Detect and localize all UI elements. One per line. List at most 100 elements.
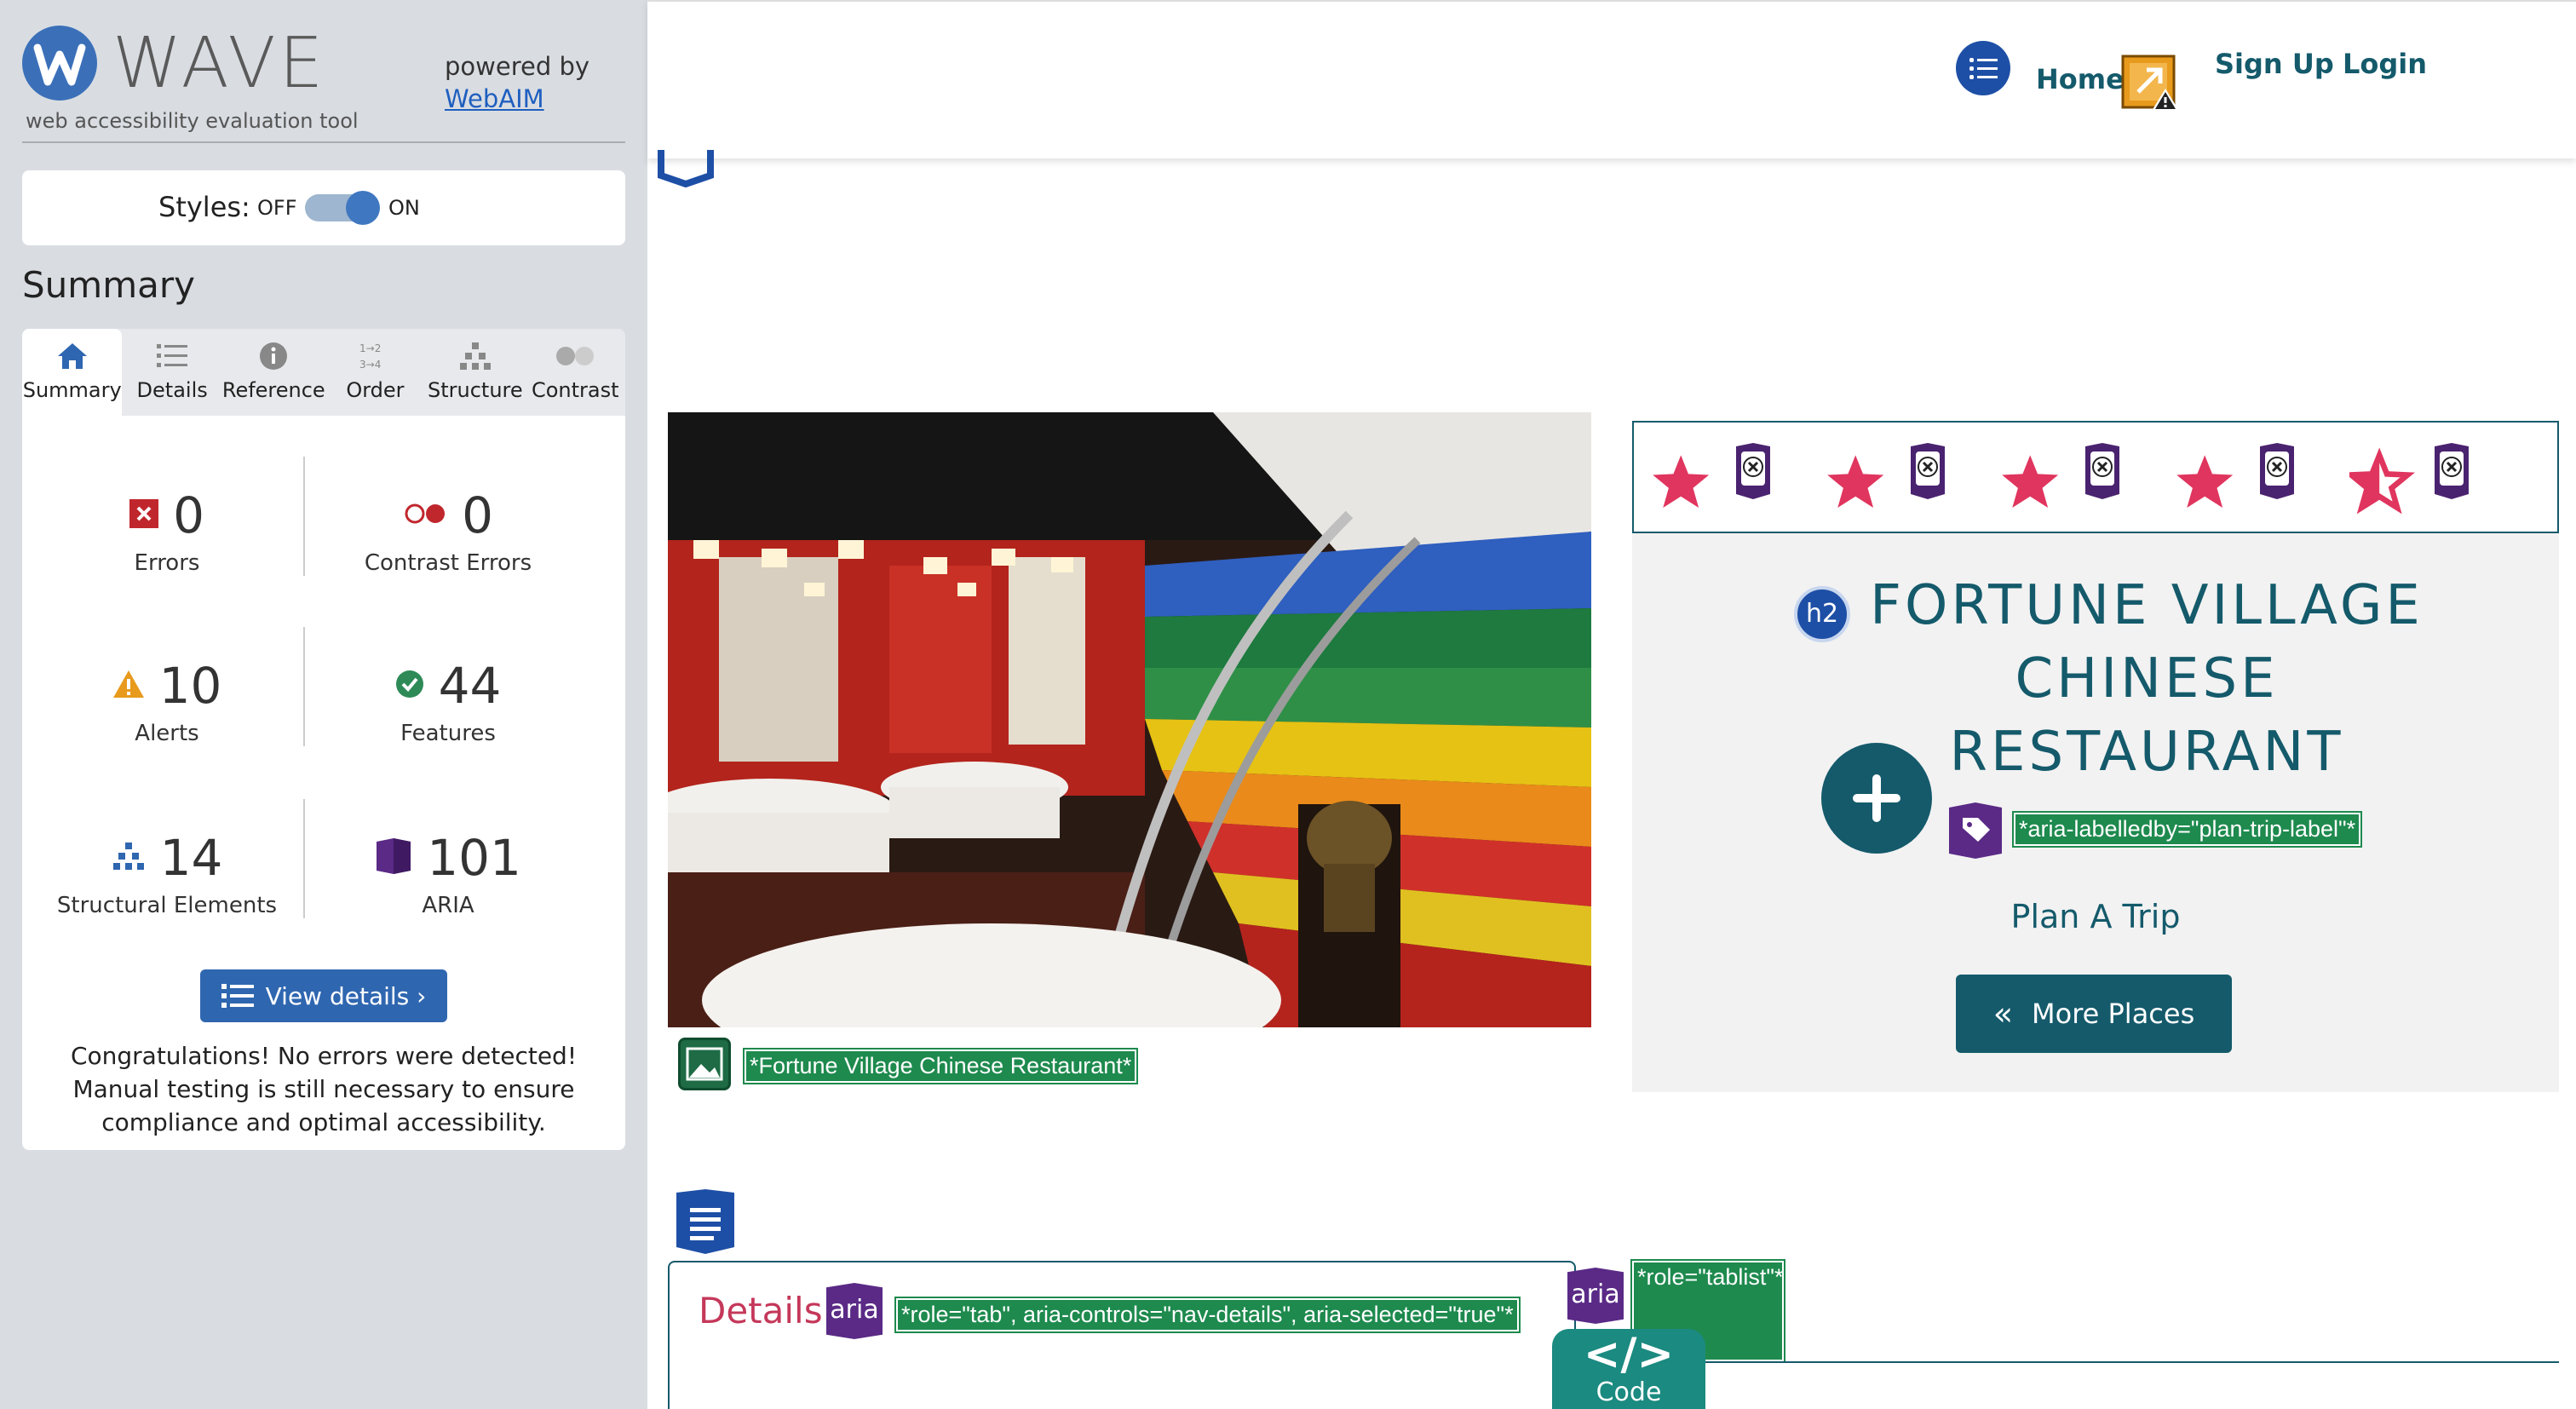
aria-labelledby-annotation: *aria-labelledby="plan-trip-label"* [2011, 811, 2363, 848]
alerts-label: Alerts [135, 721, 199, 746]
structure-icon [112, 841, 146, 875]
tab-structure[interactable]: Structure [425, 329, 525, 416]
list-icon [1956, 41, 2010, 95]
tab-label: Summary [22, 378, 122, 402]
code-label: Code [1596, 1377, 1662, 1407]
aria-label: ARIA [422, 893, 474, 918]
code-icon: </> [1583, 1329, 1675, 1380]
congrats-message: Congratulations! No errors were detected… [70, 1042, 578, 1137]
star-filled-icon [2175, 443, 2303, 518]
more-places-button[interactable]: « More Places [1956, 975, 2232, 1053]
contrast-errors-count: 0 [462, 486, 493, 544]
divider [22, 141, 625, 143]
svg-text:1→2: 1→2 [359, 342, 381, 354]
star-filled-icon [1826, 443, 1953, 518]
aria-label-tag-icon [1947, 801, 2004, 860]
css-list-icon [675, 1189, 736, 1254]
styles-label: Styles: [158, 191, 250, 223]
tab-summary[interactable]: Summary [22, 329, 123, 416]
aria-count: 101 [427, 829, 521, 887]
tab-details[interactable]: Details [122, 329, 221, 416]
stat-structural: 14 Structural Elements [22, 833, 312, 918]
wave-logo-icon [22, 26, 97, 101]
plan-trip-add-button[interactable] [1821, 743, 1932, 854]
wave-subtitle: web accessibility evaluation tool [26, 109, 359, 133]
nav-signup-link[interactable]: Sign Up [2215, 48, 2334, 80]
details-tab-label: Details [699, 1290, 823, 1331]
alert-icon [112, 670, 145, 702]
powered-by-label: powered by [445, 52, 590, 81]
page-content: Home Sign Up Login *Fortune Village Chin… [647, 0, 2576, 1409]
structure-icon [459, 342, 491, 370]
stat-features: 44 Features [303, 661, 593, 746]
errors-label: Errors [134, 550, 200, 576]
styles-toggle[interactable] [305, 191, 380, 225]
structural-count: 14 [159, 829, 223, 887]
list-icon [157, 344, 188, 367]
order-icon: 1→23→4 [359, 342, 381, 371]
view-details-label: View details › [265, 981, 427, 1010]
structural-label: Structural Elements [56, 893, 278, 918]
view-details-button[interactable]: View details › [200, 969, 447, 1022]
wave-sidebar: WAVE web accessibility evaluation tool p… [0, 0, 647, 1409]
error-icon [129, 499, 158, 532]
structure-region-icon [658, 150, 714, 188]
wave-logo-text: WAVE [112, 23, 327, 104]
home-icon [57, 343, 87, 369]
h2-heading-badge: h2 [1794, 586, 1850, 642]
errors-count: 0 [173, 486, 204, 544]
restaurant-photo [668, 412, 1591, 1027]
tab-label: Details [136, 378, 208, 402]
features-label: Features [400, 721, 496, 746]
tab-label: Structure [428, 378, 523, 402]
image-alt-annotation: *Fortune Village Chinese Restaurant* [742, 1048, 1139, 1084]
summary-panel: 0 Errors 0 Contrast Errors 10 Alerts 44 … [22, 416, 625, 1150]
toggle-knob[interactable] [346, 191, 380, 225]
wave-tabs: Summary Details Reference 1→2 3→4 Order S… [22, 329, 625, 416]
contrast-icon [556, 347, 595, 365]
new-window-alert-icon [2121, 51, 2181, 112]
star-half-icon [2343, 443, 2477, 518]
summary-title: Summary [22, 264, 195, 306]
stat-errors: 0 Errors [22, 491, 312, 576]
star-rating [1632, 421, 2559, 533]
alerts-count: 10 [158, 657, 222, 715]
aria-icon [375, 837, 412, 879]
plan-trip-label: Plan A Trip [2010, 898, 2181, 935]
tab-label: Order [346, 378, 405, 402]
aria-icon: aria [1567, 1268, 1624, 1324]
image-alt-icon [678, 1038, 731, 1090]
tab-order[interactable]: 1→2 3→4 Order [325, 329, 425, 416]
aria-icon: aria [826, 1283, 883, 1339]
powered-by: powered by WebAIM [445, 51, 589, 115]
tab-label: Reference [221, 378, 325, 402]
stat-alerts: 10 Alerts [22, 661, 312, 746]
features-count: 44 [438, 657, 502, 715]
star-filled-icon [1651, 443, 1779, 518]
contrast-error-icon [403, 501, 447, 530]
stat-aria: 101 ARIA [303, 833, 593, 918]
site-header: Home Sign Up Login [647, 0, 2576, 158]
styles-toggle-panel: Styles: OFF ON [22, 170, 625, 245]
tab-details-page[interactable]: Details aria *role="tab", aria-controls=… [668, 1261, 1576, 1409]
svg-text:3→4: 3→4 [359, 359, 381, 371]
styles-on-label: ON [388, 196, 420, 220]
styles-off-label: OFF [257, 196, 297, 220]
nav-login-link[interactable]: Login [2343, 48, 2427, 80]
stat-contrast-errors: 0 Contrast Errors [303, 491, 593, 576]
list-icon [221, 984, 254, 1008]
star-filled-icon [2000, 443, 2128, 518]
feature-check-icon [395, 670, 424, 702]
info-icon [260, 342, 288, 370]
more-places-label: More Places [2032, 998, 2195, 1030]
tab-contrast[interactable]: Contrast [526, 329, 625, 416]
code-toggle-button[interactable]: </> Code [1552, 1329, 1705, 1409]
tab-label: Contrast [531, 378, 619, 402]
restaurant-title: FORTUNE VILLAGE CHINESE RESTAURANT [1632, 569, 2559, 789]
contrast-errors-label: Contrast Errors [364, 550, 532, 576]
tab-bar-line [1576, 1361, 2559, 1363]
aria-tab-annotation: *role="tab", aria-controls="nav-details"… [894, 1297, 1521, 1333]
tab-reference[interactable]: Reference [222, 329, 325, 416]
webaim-link[interactable]: WebAIM [445, 83, 589, 116]
nav-home-link[interactable]: Home [2036, 63, 2125, 95]
